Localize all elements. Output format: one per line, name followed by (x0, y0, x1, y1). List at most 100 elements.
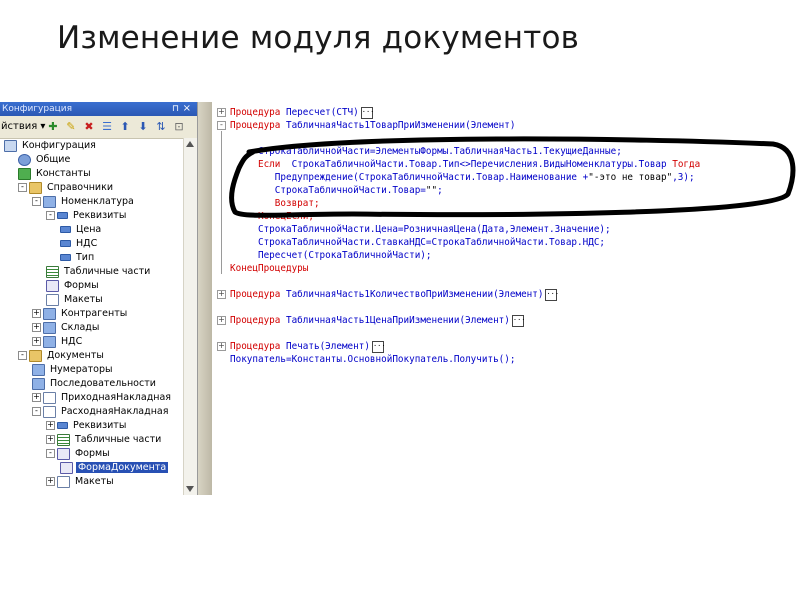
tree-item[interactable]: Нумераторы (32, 363, 115, 377)
collapsed-block-icon[interactable]: ... (371, 340, 386, 353)
collapsed-block-icon[interactable]: ... (511, 314, 526, 327)
properties-icon[interactable]: ☰ (100, 120, 114, 134)
collapse-icon[interactable]: - (46, 211, 55, 220)
tree-item[interactable]: Формы (46, 279, 101, 293)
tree-scrollbar[interactable] (183, 138, 197, 495)
code-line[interactable]: Предупреждение(СтрокаТабличнойЧасти.Това… (230, 171, 695, 184)
constants-icon (18, 167, 31, 180)
attributes-icon (57, 212, 68, 219)
collapse-icon[interactable]: - (18, 351, 27, 360)
code-line[interactable]: Покупатель=Константы.ОсновнойПокупатель.… (230, 353, 515, 366)
tree-item[interactable]: + Табличные части (46, 433, 163, 447)
code-line[interactable]: Процедура ТабличнаяЧасть1ТоварПриИзменен… (230, 119, 515, 132)
attributes-icon (57, 422, 68, 429)
tree-item[interactable]: ФормаДокумента (60, 461, 169, 475)
attribute-icon (60, 240, 71, 247)
list-icon (43, 335, 56, 348)
tree-item[interactable]: Общие (18, 153, 72, 167)
tree-item[interactable]: Макеты (46, 293, 105, 307)
fold-expand-icon[interactable]: + (217, 316, 226, 325)
form-icon (57, 447, 70, 460)
tree-item[interactable]: + НДС (32, 335, 84, 349)
code-token: СтрокаТабличнойЧасти.СтавкаНДС=СтрокаТаб… (230, 237, 606, 248)
move-up-icon[interactable]: ⬆ (118, 120, 132, 134)
code-line[interactable]: Процедура Пересчет(СТЧ)... (230, 106, 374, 119)
tree-item[interactable]: Тип (60, 251, 96, 265)
code-token: "" (425, 185, 438, 196)
code-line[interactable]: Процедура Печать(Элемент)... (230, 340, 386, 353)
tree-item[interactable]: + Контрагенты (32, 307, 129, 321)
code-line[interactable]: СтрокаТабличнойЧасти=ЭлементыФормы.Табли… (230, 145, 622, 158)
module-code-editor[interactable]: + Процедура Пересчет(СТЧ)... - Процедура Та… (213, 102, 800, 495)
add-child-icon[interactable]: ✎ (64, 120, 78, 134)
fold-expand-icon[interactable]: + (217, 108, 226, 117)
tree-item[interactable]: + Макеты (46, 475, 116, 489)
tree-item[interactable]: + ПриходнаяНакладная (32, 391, 173, 405)
tree-item[interactable]: НДС (60, 237, 99, 251)
tree-item[interactable]: + Реквизиты (46, 419, 128, 433)
code-token: Если (258, 159, 286, 170)
panel-splitter[interactable] (198, 102, 212, 495)
code-line[interactable]: Возврат; (230, 197, 320, 210)
expand-icon[interactable]: + (32, 393, 41, 402)
folder-icon (29, 181, 42, 194)
tree-item[interactable]: Цена (60, 223, 103, 237)
collapsed-block-icon[interactable]: ... (545, 288, 559, 301)
expand-icon[interactable]: + (46, 477, 55, 486)
expand-icon[interactable]: + (32, 323, 41, 332)
code-token: ТабличнаяЧасть1КоличествоПриИзменении(Эл… (285, 289, 544, 300)
tree-item[interactable]: - РасходнаяНакладная (32, 405, 170, 419)
tree-item[interactable]: Константы (18, 167, 93, 181)
filter-icon[interactable]: ⊡ (172, 120, 186, 134)
table-icon (57, 433, 70, 446)
collapse-icon[interactable]: - (18, 183, 27, 192)
fold-expand-icon[interactable]: + (217, 342, 226, 351)
collapse-icon[interactable]: - (32, 407, 41, 416)
collapse-icon[interactable]: - (46, 449, 55, 458)
fold-collapse-icon[interactable]: - (217, 121, 226, 130)
delete-icon[interactable]: ✖ (82, 120, 96, 134)
code-token: Пересчет(СтрокаТабличнойЧасти); (230, 250, 432, 261)
pin-icon[interactable]: ⊓ (172, 102, 179, 116)
tree-item[interactable]: Конфигурация (4, 139, 98, 153)
form-icon (60, 461, 73, 474)
tree-item[interactable]: Последовательности (32, 377, 158, 391)
collapse-icon[interactable]: - (32, 197, 41, 206)
expand-icon[interactable]: + (32, 309, 41, 318)
tree-item[interactable]: - Формы (46, 447, 112, 461)
close-icon[interactable]: × (183, 102, 191, 116)
code-line[interactable]: КонецПроцедуры (230, 262, 308, 275)
expand-icon[interactable]: + (46, 435, 55, 444)
code-token: Процедура (230, 315, 286, 326)
code-line[interactable]: СтрокаТабличнойЧасти.Товар=""; (230, 184, 443, 197)
code-line[interactable]: СтрокаТабличнойЧасти.СтавкаНДС=СтрокаТаб… (230, 236, 605, 249)
collapsed-block-icon[interactable]: ... (360, 106, 374, 119)
configuration-tree[interactable]: Конфигурация Общие Константы - Справочники - Н… (0, 138, 183, 495)
fold-expand-icon[interactable]: + (217, 290, 226, 299)
configuration-panel-titlebar[interactable]: Конфигурация ⊓ × (0, 102, 197, 116)
add-icon[interactable]: ✚ (46, 120, 60, 134)
sort-icon[interactable]: ⇅ (154, 120, 168, 134)
code-line[interactable]: Процедура ТабличнаяЧасть1КоличествоПриИз… (230, 288, 559, 301)
tree-item[interactable]: + Склады (32, 321, 101, 335)
code-line[interactable]: Процедура ТабличнаяЧасть1ЦенаПриИзменени… (230, 314, 526, 327)
tree-item[interactable]: - Документы (18, 349, 106, 363)
code-line[interactable]: СтрокаТабличнойЧасти.Цена=РозничнаяЦена(… (230, 223, 611, 236)
tree-item-label: ПриходнаяНакладная (61, 392, 172, 403)
code-token: "-это не товар" (588, 172, 673, 183)
code-line[interactable]: КонецЕсли; (230, 210, 314, 223)
code-line[interactable]: Пересчет(СтрокаТабличнойЧасти); (230, 249, 432, 262)
tree-item[interactable]: - Реквизиты (46, 209, 128, 223)
actions-menu[interactable]: йствия ▾ (1, 121, 45, 132)
tree-item[interactable]: - Справочники (18, 181, 115, 195)
expand-icon[interactable]: + (46, 421, 55, 430)
actions-menu-label: йствия (1, 121, 38, 132)
move-down-icon[interactable]: ⬇ (136, 120, 150, 134)
scroll-up-icon (186, 141, 194, 147)
tree-item[interactable]: - Номенклатура (32, 195, 136, 209)
tree-item-label: Формы (64, 280, 99, 291)
code-line[interactable]: Если СтрокаТабличнойЧасти.Товар.Тип<>Пер… (230, 158, 700, 171)
tree-item[interactable]: Табличные части (46, 265, 152, 279)
expand-icon[interactable]: + (32, 337, 41, 346)
